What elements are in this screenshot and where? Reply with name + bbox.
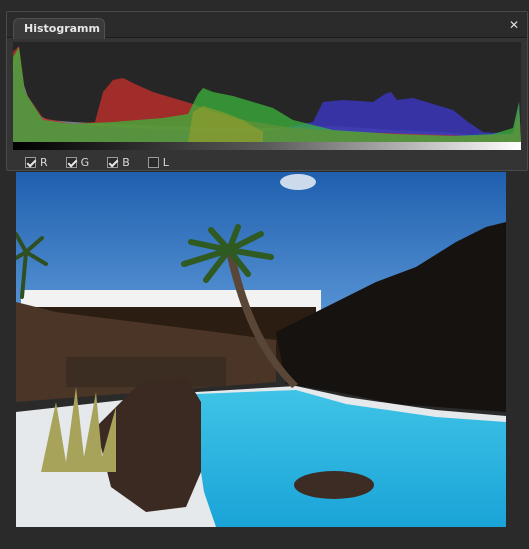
channel-label-b: B [122,155,130,169]
channel-toggle-l[interactable]: L [147,154,169,170]
close-icon[interactable]: ✕ [507,18,521,32]
checkbox-b[interactable] [107,156,119,168]
pool-water [196,390,506,527]
channel-toggles: R G B L [25,154,169,170]
photo-preview [16,172,506,527]
panel-tab-bar: Histogramm ✕ [7,12,527,39]
channel-toggle-b[interactable]: B [107,154,130,170]
pool-stone [294,471,374,499]
channel-label-l: L [162,155,169,169]
channel-toggle-g[interactable]: G [65,154,90,170]
checkbox-g[interactable] [65,156,77,168]
histogram-chart [13,42,521,142]
cloud [280,174,316,190]
tonal-gradient-strip [13,142,521,150]
channel-label-g: G [80,155,90,169]
channel-toggle-r[interactable]: R [25,154,48,170]
histogram-panel: Histogramm ✕ R G B L [6,11,528,171]
checkbox-l[interactable] [147,156,159,168]
checkbox-r[interactable] [25,156,36,168]
tab-histogramm[interactable]: Histogramm [13,18,105,39]
channel-label-r: R [40,155,48,169]
